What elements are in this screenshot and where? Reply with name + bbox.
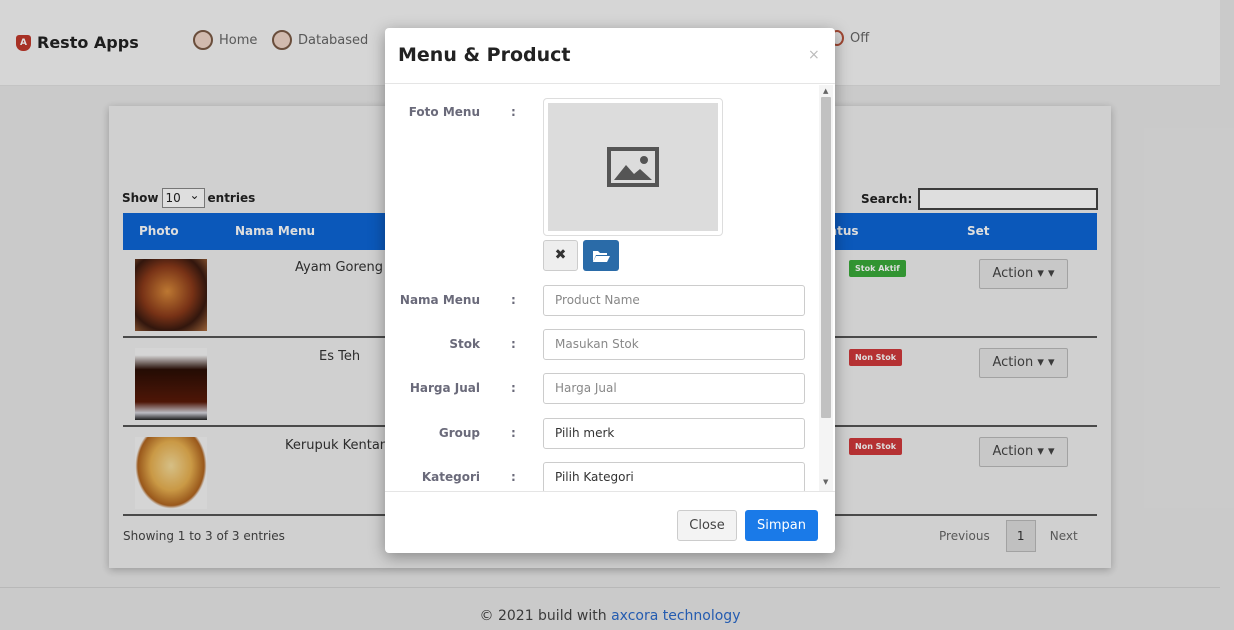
name-label: Nama Menu — [399, 293, 480, 307]
price-input[interactable]: Harga Jual — [543, 373, 805, 404]
menu-product-modal: Menu & Product × Foto Menu : ✖ Nama Menu… — [385, 28, 835, 553]
product-name-input[interactable]: Product Name — [543, 285, 805, 316]
colon: : — [511, 293, 516, 307]
category-label: Kategori — [421, 470, 480, 484]
save-button[interactable]: Simpan — [745, 510, 818, 541]
colon: : — [511, 381, 516, 395]
photo-preview[interactable] — [543, 98, 723, 236]
image-placeholder — [548, 103, 718, 231]
colon: : — [511, 426, 516, 440]
stock-label: Stok — [449, 337, 480, 351]
category-select[interactable]: Pilih Kategori — [543, 462, 805, 492]
modal-header: Menu & Product × — [385, 28, 835, 84]
modal-body: Foto Menu : ✖ Nama Menu : Product Name S… — [385, 85, 835, 492]
modal-footer: Close Simpan — [385, 491, 835, 553]
scroll-up-arrow-icon[interactable]: ▲ — [823, 87, 828, 95]
photo-label: Foto Menu — [408, 105, 480, 119]
close-button[interactable]: Close — [677, 510, 737, 541]
group-select[interactable]: Pilih merk — [543, 418, 805, 449]
colon: : — [511, 105, 516, 119]
modal-title: Menu & Product — [398, 44, 571, 66]
modal-scrollbar[interactable]: ▲ ▼ — [819, 85, 833, 492]
scroll-down-arrow-icon[interactable]: ▼ — [823, 478, 828, 486]
stock-input[interactable]: Masukan Stok — [543, 329, 805, 360]
scrollbar-thumb[interactable] — [821, 97, 831, 418]
remove-photo-button[interactable]: ✖ — [543, 240, 578, 271]
folder-open-icon — [593, 250, 610, 262]
browse-photo-button[interactable] — [583, 240, 619, 271]
group-label: Group — [438, 426, 480, 440]
image-icon — [607, 147, 659, 187]
close-icon[interactable]: × — [808, 47, 820, 63]
price-label: Harga Jual — [409, 381, 480, 395]
colon: : — [511, 470, 516, 484]
colon: : — [511, 337, 516, 351]
